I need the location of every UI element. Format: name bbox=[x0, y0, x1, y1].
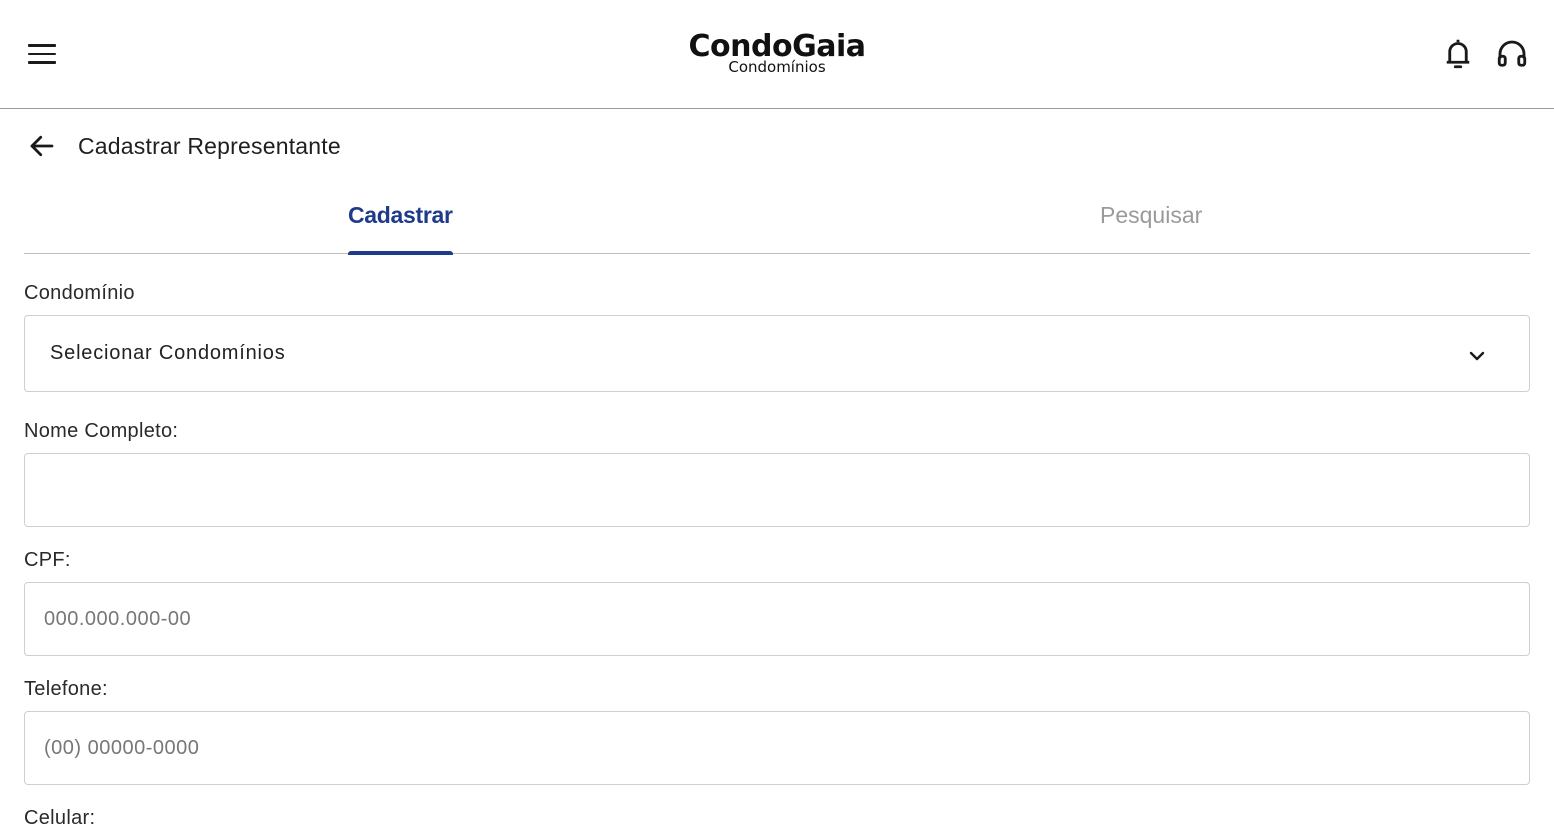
tab-bar: Cadastrar Pesquisar bbox=[24, 190, 1530, 255]
back-arrow-icon[interactable] bbox=[24, 128, 60, 164]
telefone-label: Telefone: bbox=[24, 678, 108, 700]
chevron-down-icon bbox=[1469, 351, 1485, 361]
nome-input[interactable] bbox=[24, 453, 1530, 527]
condominio-select[interactable]: Selecionar Condomínios bbox=[24, 315, 1530, 392]
page-title: Cadastrar Representante bbox=[78, 132, 341, 159]
logo-sub-text: Condomínios bbox=[728, 58, 826, 76]
tab-pesquisar[interactable]: Pesquisar bbox=[1100, 190, 1202, 254]
condominio-label: Condomínio bbox=[24, 282, 135, 304]
cpf-label: CPF: bbox=[24, 549, 71, 571]
bell-icon[interactable] bbox=[1440, 36, 1476, 72]
headset-icon[interactable] bbox=[1494, 36, 1530, 72]
top-app-bar: CondoGaia Condomínios bbox=[0, 0, 1554, 109]
tab-cadastrar[interactable]: Cadastrar bbox=[348, 190, 453, 255]
telefone-placeholder: (00) 00000-0000 bbox=[44, 736, 200, 759]
celular-label: Celular: bbox=[24, 807, 96, 829]
cpf-placeholder: 000.000.000-00 bbox=[44, 607, 192, 630]
cpf-input[interactable]: 000.000.000-00 bbox=[24, 582, 1530, 656]
page-header: Cadastrar Representante bbox=[24, 124, 341, 168]
nome-label: Nome Completo: bbox=[24, 420, 179, 442]
condominio-selected-value: Selecionar Condomínios bbox=[50, 342, 286, 364]
telefone-input[interactable]: (00) 00000-0000 bbox=[24, 711, 1530, 785]
logo: CondoGaia Condomínios bbox=[0, 30, 1554, 76]
